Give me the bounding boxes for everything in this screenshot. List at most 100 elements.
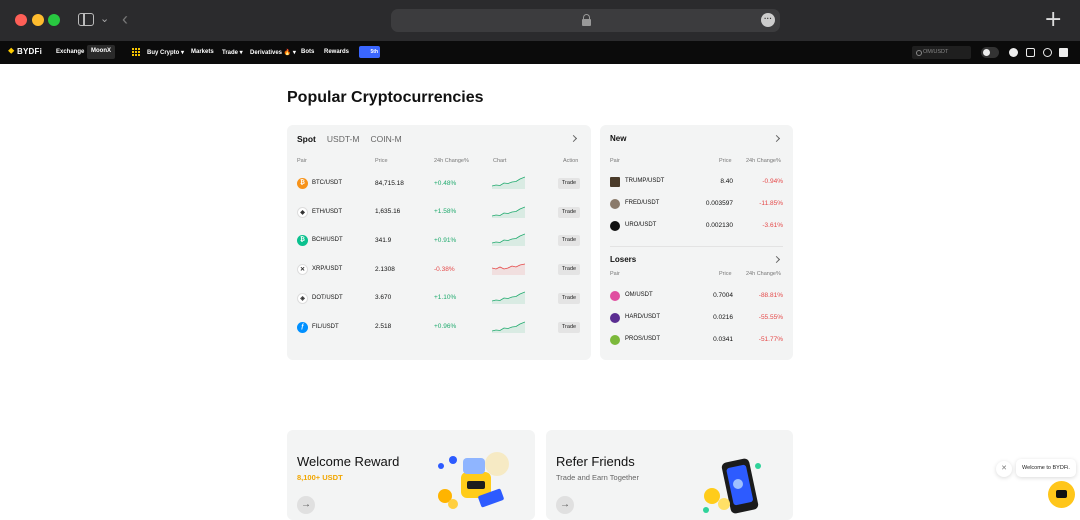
table-row[interactable]: ₿ BTC/USDT 84,715.18 +0.48% Trade [287,169,591,197]
pair-name: FIL/USDT [312,323,339,330]
chat-welcome-bubble[interactable]: Welcome to BYDFi. [1016,459,1076,477]
sidebar-toggle-icon[interactable] [78,13,94,26]
user-icon[interactable] [1009,48,1018,57]
fred-icon [610,198,620,209]
tab-spot[interactable]: Spot [297,134,316,144]
pair-name: URO/USDT [625,222,657,228]
arrow-right-icon[interactable]: → [556,496,574,514]
nav-buy-crypto[interactable]: Buy Crypto ▾ [147,49,184,56]
pair-name: BTC/USDT [312,180,342,186]
welcome-reward-card[interactable]: Welcome Reward 8,100+ USDT → [287,430,535,520]
pair-change: +0.91% [434,236,457,244]
list-item[interactable]: OM/USDT 0.7004 -88.81% [600,285,793,307]
uro-icon [610,220,620,231]
sparkline-chart [492,176,525,189]
market-tabs: Spot USDT-M COIN-M [297,134,413,144]
table-row[interactable]: ◆ ETH/USDT 1,635.16 +1.58% Trade [287,198,591,226]
col-change: 24h Change% [746,271,781,277]
chevron-right-icon[interactable] [569,134,578,143]
sparkline-chart [492,234,525,247]
table-row[interactable]: ◈ DOT/USDT 3.670 +1.10% Trade [287,284,591,312]
trade-button[interactable]: Trade [558,292,580,304]
nav-bots[interactable]: Bots [301,49,314,55]
pair-name: XRP/USDT [312,266,343,273]
table-row[interactable]: ✕ XRP/USDT 2.1308 -0.38% Trade [287,255,591,283]
account-toggle-icon[interactable] [981,47,999,58]
pair-change: -0.94% [762,178,783,185]
nav-rewards[interactable]: Rewards [324,49,349,55]
col-price: Price [719,271,732,277]
pair-name: BCH/USDT [312,237,343,244]
pair-name: TRUMP/USDT [625,178,665,184]
list-item[interactable]: HARD/USDT 0.0216 -55.55% [600,307,793,329]
list-item[interactable]: URO/USDT 0.002130 -3.61% [600,215,793,237]
nav-exchange[interactable]: Exchange [56,49,84,55]
close-window-button[interactable] [15,14,27,26]
lock-icon [582,14,591,26]
close-chat-bubble-button[interactable]: ✕ [996,461,1012,477]
col-action: Action [563,158,579,164]
pair-change: -0.38% [434,265,455,273]
back-arrow-icon[interactable]: ‹ [122,9,128,30]
trade-button[interactable]: Trade [558,321,580,333]
pair-name: OM/USDT [625,292,653,298]
hard-icon [610,312,620,323]
pair-price: 2.518 [375,323,392,330]
list-item[interactable]: FRED/USDT 0.003597 -11.85% [600,193,793,215]
trade-button[interactable]: Trade [558,264,580,276]
list-item[interactable]: PROS/USDT 0.0341 -51.77% [600,329,793,351]
tab-usdt-m[interactable]: USDT-M [327,134,360,144]
site-logo[interactable]: ⯁ BYDFi [8,47,42,57]
tab-coin-m[interactable]: COIN-M [370,134,401,144]
search-input[interactable]: OM/USDT [912,46,971,59]
new-section-title: New [610,134,627,143]
pair-change: -11.85% [759,200,783,207]
pair-change: +0.96% [434,323,457,330]
om-icon [610,290,620,301]
pair-price: 0.0341 [713,336,733,343]
apps-grid-icon[interactable] [132,48,140,56]
trade-button[interactable]: Trade [558,206,580,218]
maximize-window-button[interactable] [48,14,60,26]
gift-icon[interactable] [1059,48,1068,57]
chevron-right-icon[interactable] [772,255,781,264]
globe-icon[interactable] [1043,48,1052,57]
table-row[interactable]: ƒ FIL/USDT 2.518 +0.96% Trade [287,313,591,341]
nav-moonx[interactable]: MoonX [87,45,115,59]
refer-friends-card[interactable]: Refer Friends Trade and Earn Together → [546,430,793,520]
section-divider [610,246,783,247]
trade-button[interactable]: Trade [558,235,580,247]
col-pair: Pair [610,158,620,164]
chevron-down-icon[interactable]: ⌄ [100,12,109,25]
new-tab-button[interactable]: + [1044,7,1062,32]
list-item[interactable]: TRUMP/USDT 8.40 -0.94% [600,171,793,193]
table-row[interactable]: ₿ BCH/USDT 341.9 +0.91% Trade [287,226,591,254]
download-icon[interactable] [1026,48,1035,57]
more-options-icon[interactable]: ··· [761,13,775,27]
site-navbar: ⯁ BYDFi Exchange MoonX Buy Crypto ▾ Mark… [0,41,1080,64]
pair-change: +1.58% [434,208,457,216]
pair-price: 341.9 [375,236,392,244]
trade-button[interactable]: Trade [558,178,580,189]
nav-trade[interactable]: Trade ▾ [222,49,243,56]
logo-text: BYDFi [17,47,43,56]
address-bar[interactable]: ··· [391,9,780,32]
xrp-icon: ✕ [297,264,308,276]
pair-change: +1.10% [434,294,457,302]
pair-price: 3.670 [375,294,392,302]
minimize-window-button[interactable] [32,14,44,26]
chevron-right-icon[interactable] [772,134,781,143]
eth-icon: ◆ [297,206,308,218]
col-price: Price [375,158,388,164]
nav-derivatives[interactable]: Derivatives 🔥 ▾ [250,49,296,56]
arrow-right-icon[interactable]: → [297,496,315,514]
chat-support-button[interactable] [1048,481,1075,508]
nav-markets[interactable]: Markets [191,49,214,55]
pair-name: PROS/USDT [625,336,661,342]
pair-change: -3.61% [762,222,783,229]
sparkline-chart [492,321,525,333]
btc-icon: ₿ [297,178,308,189]
anniversary-badge[interactable]: 5th [359,46,380,58]
pair-name: FRED/USDT [625,200,660,206]
pair-price: 0.003597 [705,200,733,207]
